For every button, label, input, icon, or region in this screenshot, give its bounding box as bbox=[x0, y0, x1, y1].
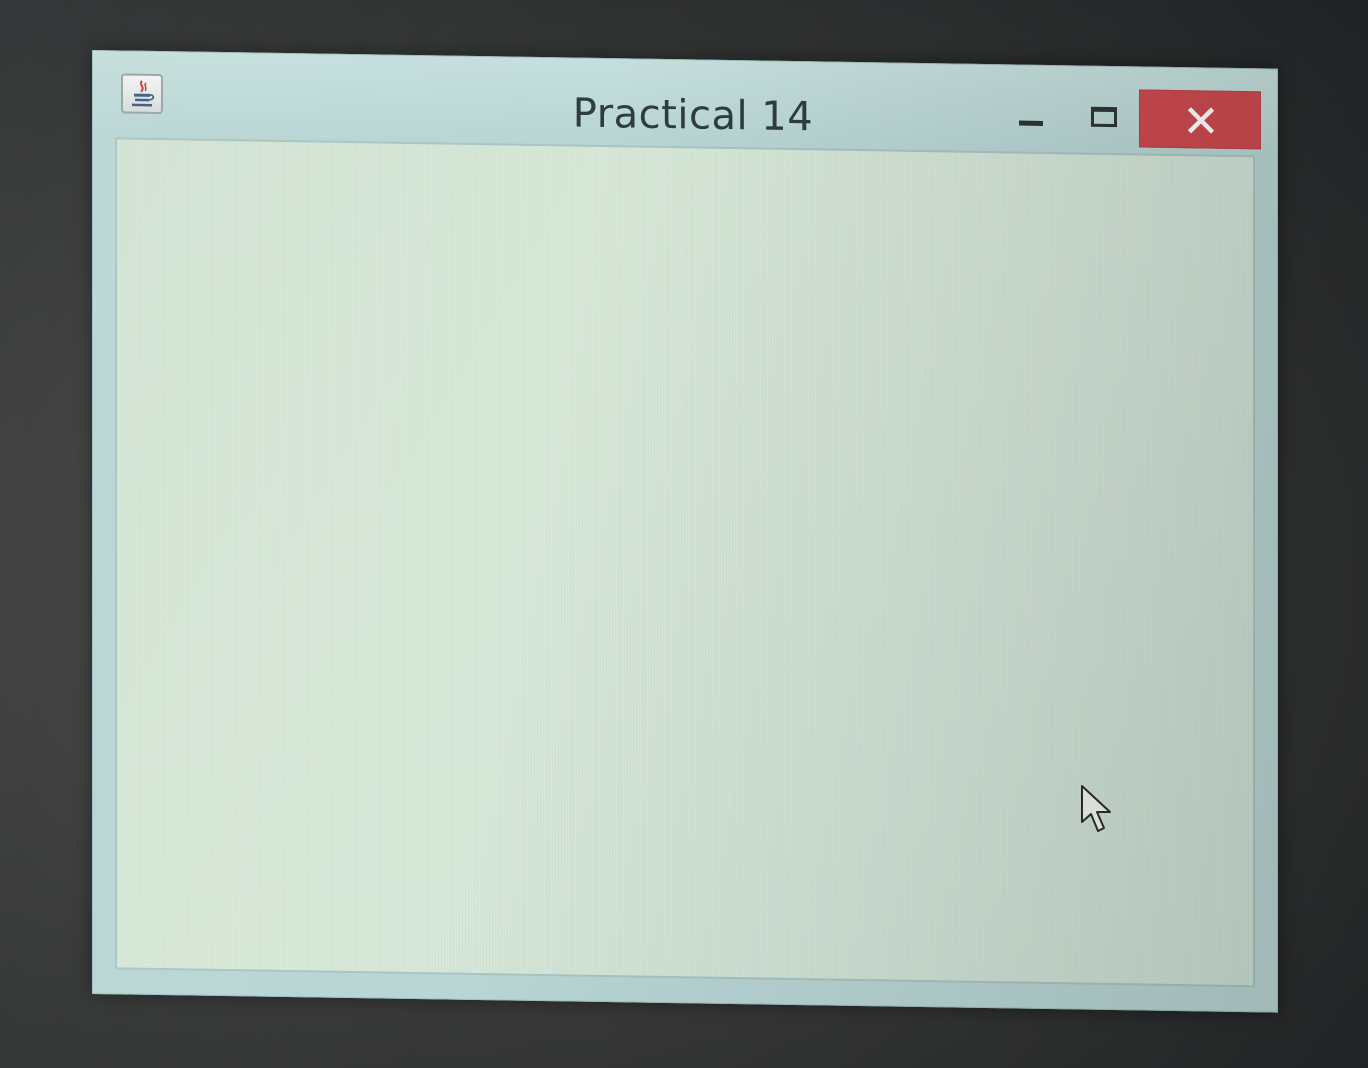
arrow-cursor-icon bbox=[1080, 784, 1116, 840]
close-icon bbox=[1188, 107, 1214, 134]
minimize-button[interactable] bbox=[997, 87, 1061, 146]
client-area[interactable] bbox=[115, 137, 1255, 988]
window-title: Practical 14 bbox=[572, 90, 814, 141]
close-button[interactable] bbox=[1139, 89, 1261, 150]
java-cup-icon[interactable] bbox=[121, 73, 163, 115]
app-window: Practical 14 bbox=[92, 50, 1278, 1013]
maximize-button[interactable] bbox=[1065, 88, 1137, 147]
